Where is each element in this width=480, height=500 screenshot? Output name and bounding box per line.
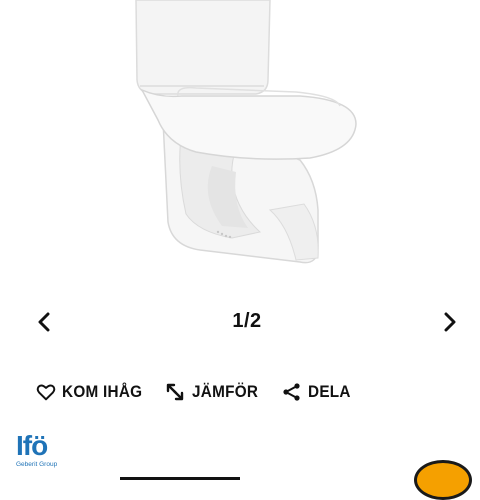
share-label: DELA (308, 382, 351, 401)
product-title-cutoff (120, 472, 240, 480)
previous-image-button[interactable] (26, 304, 62, 340)
share-button[interactable]: DELA (282, 372, 355, 412)
compare-label: JÄMFÖR (192, 382, 259, 401)
brand-subtitle: Geberit Group (16, 461, 58, 468)
next-image-button[interactable] (432, 304, 468, 340)
product-actions: KOM IHÅG JÄMFÖR DELA (0, 372, 480, 412)
chat-badge-button[interactable] (414, 460, 472, 500)
heart-icon (36, 384, 56, 401)
chevron-left-icon (38, 312, 50, 332)
remember-button[interactable]: KOM IHÅG (36, 372, 151, 412)
chevron-right-icon (444, 312, 456, 332)
product-gallery (0, 0, 480, 300)
gallery-pager: 1/2 (0, 300, 480, 344)
compare-arrows-icon (166, 383, 184, 401)
brand-logo[interactable]: Ifö Geberit Group (16, 432, 76, 480)
image-counter: 1/2 (232, 310, 262, 332)
remember-label: KOM IHÅG (62, 382, 143, 401)
toilet-product-image[interactable] (0, 0, 480, 300)
share-icon (283, 383, 300, 401)
compare-button[interactable]: JÄMFÖR (164, 372, 266, 412)
brand-name: Ifö (16, 430, 48, 461)
